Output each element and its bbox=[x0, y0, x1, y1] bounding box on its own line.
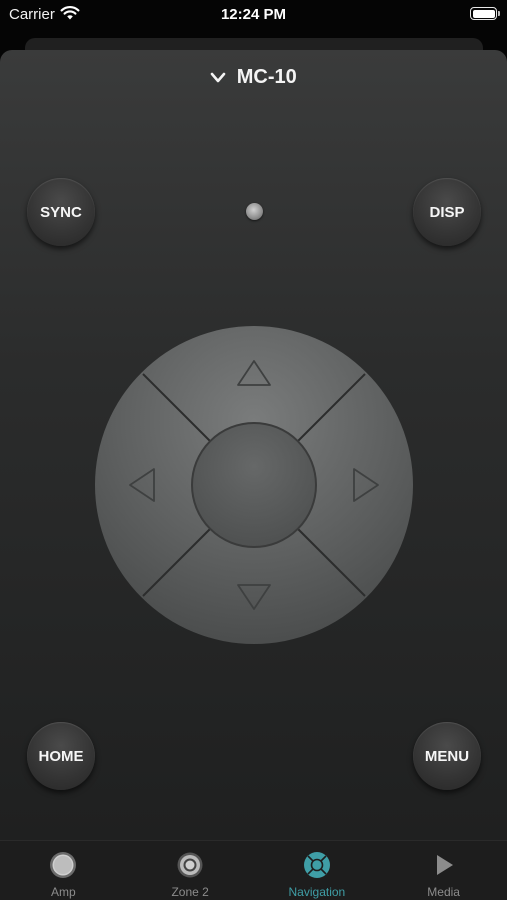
tab-media[interactable]: Media bbox=[380, 841, 507, 900]
home-button[interactable]: HOME bbox=[27, 722, 95, 790]
tab-amp-label: Amp bbox=[51, 885, 76, 899]
direction-pad bbox=[95, 326, 413, 644]
disp-button[interactable]: DISP bbox=[413, 178, 481, 246]
zone-icon bbox=[177, 852, 203, 878]
tab-navigation[interactable]: Navigation bbox=[254, 841, 381, 900]
tab-bar: Amp Zone 2 Navigation Media bbox=[0, 840, 507, 900]
menu-button[interactable]: MENU bbox=[413, 722, 481, 790]
tab-amp[interactable]: Amp bbox=[0, 841, 127, 900]
status-led bbox=[246, 203, 263, 220]
play-icon bbox=[436, 855, 453, 875]
status-bar: Carrier 12:24 PM bbox=[0, 0, 507, 36]
ok-button[interactable] bbox=[191, 422, 317, 548]
amp-knob-icon bbox=[50, 852, 77, 878]
navigation-icon bbox=[303, 852, 330, 878]
sync-button[interactable]: SYNC bbox=[27, 178, 95, 246]
chevron-down-icon bbox=[210, 72, 226, 82]
tab-navigation-label: Navigation bbox=[288, 885, 346, 899]
tab-zone-2[interactable]: Zone 2 bbox=[127, 841, 254, 900]
tab-media-label: Media bbox=[427, 885, 460, 899]
tab-zone-2-label: Zone 2 bbox=[171, 885, 209, 899]
device-name: MC-10 bbox=[236, 66, 297, 88]
device-selector[interactable]: MC-10 bbox=[0, 66, 507, 90]
battery-icon bbox=[470, 7, 500, 20]
status-time: 12:24 PM bbox=[220, 6, 287, 23]
